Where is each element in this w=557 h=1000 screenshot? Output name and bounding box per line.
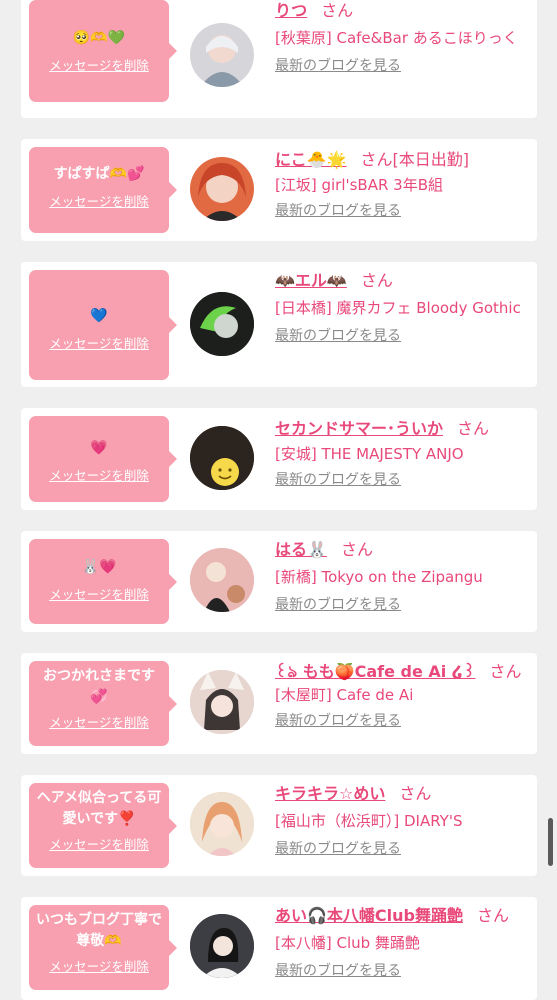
shop-label: [福山市（松浜町）] DIARY'S — [275, 812, 463, 830]
cast-name-link[interactable]: はる🐰 — [275, 540, 327, 559]
message-text: 🐰💗 — [81, 559, 117, 575]
latest-blog-link[interactable]: 最新のブログを見る — [275, 961, 401, 981]
delete-message-link[interactable]: メッセージを削除 — [29, 584, 169, 603]
avatar[interactable] — [190, 292, 254, 356]
message-text: すぱすぱ🫶💕 — [53, 166, 145, 182]
shop-label: [新橋] Tokyo on the Zipangu — [275, 568, 483, 586]
delete-message-link[interactable]: メッセージを削除 — [29, 55, 169, 74]
avatar[interactable] — [190, 548, 254, 612]
entry-info: ꒰ঌ もも🍑Cafe de Ai ໒꒱ さん [木屋町] Cafe de Ai 最… — [275, 661, 527, 731]
list-item: ヘアメ似合ってる可愛いです❣️ メッセージを削除 キラキラ☆めい さん [福山市（… — [21, 775, 537, 876]
cast-name-link[interactable]: にこ🐣🌟 — [275, 150, 347, 169]
message-bubble: いつもブログ丁寧で尊敬🫶 メッセージを削除 — [29, 905, 177, 990]
delete-message-link[interactable]: メッセージを削除 — [29, 834, 169, 853]
message-text: おつかれさまです💞 — [43, 668, 155, 705]
delete-message-link[interactable]: メッセージを削除 — [29, 465, 169, 484]
entry-info: はる🐰 さん [新橋] Tokyo on the Zipangu 最新のブログを見… — [275, 539, 527, 615]
avatar[interactable] — [190, 426, 254, 490]
shop-label: [安城] THE MAJESTY ANJO — [275, 445, 464, 463]
cast-name-link[interactable]: りつ — [275, 1, 307, 20]
message-text: 💙 — [90, 308, 108, 324]
message-text: 💗 — [90, 440, 108, 456]
latest-blog-link[interactable]: 最新のブログを見る — [275, 839, 401, 859]
list-item: おつかれさまです💞 メッセージを削除 ꒰ঌ もも🍑Cafe de Ai ໒꒱ さん… — [21, 653, 537, 754]
avatar[interactable] — [190, 157, 254, 221]
honorific: さん — [399, 784, 432, 803]
list-item: 🐰💗 メッセージを削除 はる🐰 さん [新橋] Tokyo on the Zipa… — [21, 531, 537, 632]
message-bubble: 💗 メッセージを削除 — [29, 416, 177, 502]
latest-blog-link[interactable]: 最新のブログを見る — [275, 470, 401, 490]
message-bubble: 🐰💗 メッセージを削除 — [29, 539, 177, 624]
list-item: 💙 メッセージを削除 🦇エル🦇 さん [日本橋] 魔界カフェ Bloody Got… — [21, 262, 537, 387]
avatar[interactable] — [190, 670, 254, 734]
cast-name-link[interactable]: ꒰ঌ もも🍑Cafe de Ai ໒꒱ — [275, 662, 475, 681]
honorific: さん — [360, 271, 393, 290]
cast-name-link[interactable]: あい🎧本八幡Club舞踊艶 — [275, 906, 463, 925]
latest-blog-link[interactable]: 最新のブログを見る — [275, 595, 401, 615]
delete-message-link[interactable]: メッセージを削除 — [29, 333, 169, 352]
shop-label: [秋葉原] Cafe&Bar あるこほりっく — [275, 29, 518, 47]
message-text: ヘアメ似合ってる可愛いです❣️ — [36, 790, 162, 827]
shop-label: [日本橋] 魔界カフェ Bloody Gothic — [275, 299, 521, 317]
message-text: いつもブログ丁寧で尊敬🫶 — [36, 912, 162, 949]
entry-info: キラキラ☆めい さん [福山市（松浜町）] DIARY'S 最新のブログを見る — [275, 783, 527, 859]
message-bubble: 💙 メッセージを削除 — [29, 270, 177, 380]
message-text: 🥺🫶💚 — [72, 30, 126, 46]
delete-message-link[interactable]: メッセージを削除 — [29, 712, 169, 731]
shop-label: [本八幡] Club 舞踊艶 — [275, 934, 420, 952]
avatar[interactable] — [190, 23, 254, 87]
scrollbar[interactable] — [548, 818, 553, 866]
cast-name-link[interactable]: 🦇エル🦇 — [275, 271, 347, 290]
entry-info: セカンドサマー･ういか さん [安城] THE MAJESTY ANJO 最新のブ… — [275, 418, 527, 490]
latest-blog-link[interactable]: 最新のブログを見る — [275, 711, 401, 731]
list-item: いつもブログ丁寧で尊敬🫶 メッセージを削除 あい🎧本八幡Club舞踊艶 さん [本… — [21, 897, 537, 1000]
shop-label: [江坂] girl'sBAR 3年B組 — [275, 176, 444, 194]
honorific: さん — [340, 540, 373, 559]
message-bubble: すぱすぱ🫶💕 メッセージを削除 — [29, 147, 177, 233]
shop-label: [木屋町] Cafe de Ai — [275, 686, 414, 704]
avatar[interactable] — [190, 792, 254, 856]
list-item: 🥺🫶💚 メッセージを削除 りつ さん [秋葉原] Cafe&Bar あるこほりっく… — [21, 0, 537, 118]
latest-blog-link[interactable]: 最新のブログを見る — [275, 201, 401, 221]
entry-info: あい🎧本八幡Club舞踊艶 さん [本八幡] Club 舞踊艶 最新のブログを見る — [275, 905, 527, 981]
avatar[interactable] — [190, 914, 254, 978]
list-item: 💗 メッセージを削除 セカンドサマー･ういか さん [安城] THE MAJEST… — [21, 408, 537, 510]
entry-info: にこ🐣🌟 さん[本日出勤] [江坂] girl'sBAR 3年B組 最新のブログを… — [275, 149, 527, 221]
honorific: さん — [321, 1, 354, 20]
delete-message-link[interactable]: メッセージを削除 — [29, 956, 169, 975]
delete-message-link[interactable]: メッセージを削除 — [29, 191, 169, 210]
latest-blog-link[interactable]: 最新のブログを見る — [275, 326, 401, 346]
message-list: 🥺🫶💚 メッセージを削除 りつ さん [秋葉原] Cafe&Bar あるこほりっく… — [0, 0, 557, 1000]
entry-info: りつ さん [秋葉原] Cafe&Bar あるこほりっく 最新のブログを見る — [275, 0, 527, 76]
cast-name-link[interactable]: セカンドサマー･ういか — [275, 419, 443, 438]
honorific: さん — [477, 906, 510, 925]
entry-info: 🦇エル🦇 さん [日本橋] 魔界カフェ Bloody Gothic 最新のブログを… — [275, 270, 527, 346]
honorific: さん[本日出勤] — [360, 150, 470, 169]
honorific: さん — [489, 662, 522, 681]
cast-name-link[interactable]: キラキラ☆めい — [275, 784, 385, 803]
honorific: さん — [457, 419, 490, 438]
list-item: すぱすぱ🫶💕 メッセージを削除 にこ🐣🌟 さん[本日出勤] [江坂] girl's… — [21, 139, 537, 241]
message-bubble: ヘアメ似合ってる可愛いです❣️ メッセージを削除 — [29, 783, 177, 868]
message-bubble: 🥺🫶💚 メッセージを削除 — [29, 0, 177, 102]
latest-blog-link[interactable]: 最新のブログを見る — [275, 56, 401, 76]
message-bubble: おつかれさまです💞 メッセージを削除 — [29, 661, 177, 746]
